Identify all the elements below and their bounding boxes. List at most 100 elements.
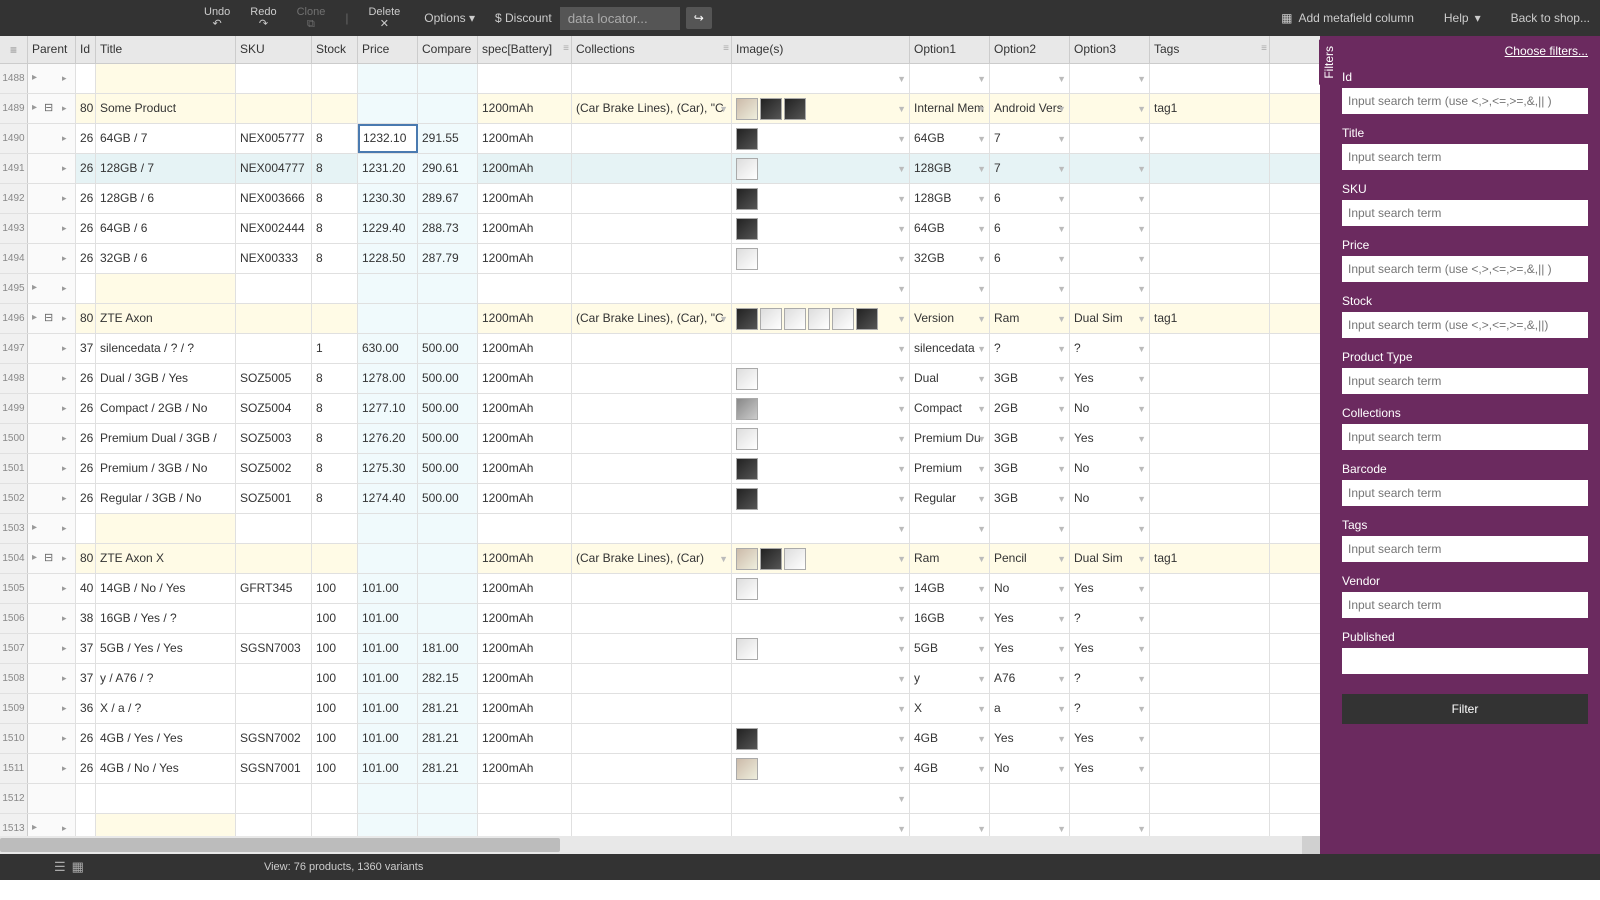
tree-expand[interactable]: ▸ <box>28 664 76 693</box>
cell-title[interactable]: Regular / 3GB / No <box>96 484 236 513</box>
cell-collections[interactable] <box>572 214 732 243</box>
dropdown-icon[interactable]: ▼ <box>1057 704 1066 714</box>
dropdown-icon[interactable]: ▼ <box>977 404 986 414</box>
cell-images[interactable]: ▼ <box>732 274 910 303</box>
col-compare[interactable]: Compare <box>418 36 478 63</box>
cell-tags[interactable] <box>1150 484 1270 513</box>
image-thumbnail[interactable] <box>784 98 806 120</box>
cell-spec[interactable]: 1200mAh <box>478 574 572 603</box>
tree-expand[interactable]: ▸▸ <box>28 514 76 543</box>
filter-input-tags[interactable] <box>1342 536 1588 562</box>
dropdown-icon[interactable]: ▼ <box>897 494 906 504</box>
col-price[interactable]: Price <box>358 36 418 63</box>
cell-option2[interactable]: 3GB▼ <box>990 424 1070 453</box>
filter-input-barcode[interactable] <box>1342 480 1588 506</box>
cell-option1[interactable]: silencedata▼ <box>910 334 990 363</box>
dropdown-icon[interactable]: ▼ <box>1137 824 1146 834</box>
dropdown-icon[interactable]: ▼ <box>1137 644 1146 654</box>
cell-title[interactable]: X / a / ? <box>96 694 236 723</box>
cell-id[interactable]: 80 <box>76 544 96 573</box>
cell-tags[interactable] <box>1150 604 1270 633</box>
cell-option1[interactable]: Version▼ <box>910 304 990 333</box>
cell-price[interactable] <box>358 544 418 573</box>
cell-images[interactable]: ▼ <box>732 484 910 513</box>
cell-id[interactable]: 26 <box>76 454 96 483</box>
cell-spec[interactable]: 1200mAh <box>478 544 572 573</box>
tree-expand[interactable]: ▸ <box>28 484 76 513</box>
image-thumbnail[interactable] <box>760 548 782 570</box>
cell-option3[interactable]: ?▼ <box>1070 694 1150 723</box>
cell-stock[interactable]: 8 <box>312 214 358 243</box>
dropdown-icon[interactable]: ▼ <box>977 704 986 714</box>
cell-option1[interactable]: Compact▼ <box>910 394 990 423</box>
cell-option3[interactable] <box>1070 784 1150 813</box>
cell-option3[interactable]: Dual Sim▼ <box>1070 544 1150 573</box>
cell-price[interactable]: 101.00 <box>358 754 418 783</box>
cell-id[interactable] <box>76 64 96 93</box>
cell-compare[interactable]: 500.00 <box>418 334 478 363</box>
image-thumbnail[interactable] <box>832 308 854 330</box>
cell-compare[interactable]: 281.21 <box>418 724 478 753</box>
col-sku[interactable]: SKU <box>236 36 312 63</box>
cell-spec[interactable]: 1200mAh <box>478 694 572 723</box>
cell-title[interactable]: 16GB / Yes / ? <box>96 604 236 633</box>
cell-stock[interactable]: 8 <box>312 184 358 213</box>
cell-tags[interactable] <box>1150 154 1270 183</box>
cell-tags[interactable]: tag1 <box>1150 94 1270 123</box>
dropdown-icon[interactable]: ▼ <box>977 554 986 564</box>
cell-id[interactable]: 26 <box>76 724 96 753</box>
cell-option2[interactable]: a▼ <box>990 694 1070 723</box>
cell-tags[interactable]: tag1 <box>1150 304 1270 333</box>
cell-tags[interactable] <box>1150 754 1270 783</box>
dropdown-icon[interactable]: ▼ <box>977 524 986 534</box>
cell-images[interactable]: ▼ <box>732 124 910 153</box>
table-row[interactable]: 1500▸26Premium Dual / 3GB / SOZ500381276… <box>0 424 1320 454</box>
col-option3[interactable]: Option3 <box>1070 36 1150 63</box>
dropdown-icon[interactable]: ▼ <box>977 344 986 354</box>
dropdown-icon[interactable]: ▼ <box>977 584 986 594</box>
cell-compare[interactable]: 282.15 <box>418 664 478 693</box>
dropdown-icon[interactable]: ▼ <box>1057 644 1066 654</box>
dropdown-icon[interactable]: ▼ <box>1137 704 1146 714</box>
dropdown-icon[interactable]: ▼ <box>977 224 986 234</box>
dropdown-icon[interactable]: ▼ <box>1137 344 1146 354</box>
table-row[interactable]: 1497▸37silencedata / ? / ?1630.00500.001… <box>0 334 1320 364</box>
cell-compare[interactable] <box>418 544 478 573</box>
cell-option2[interactable]: Yes▼ <box>990 634 1070 663</box>
cell-option2[interactable]: 7▼ <box>990 124 1070 153</box>
cell-sku[interactable] <box>236 544 312 573</box>
cell-images[interactable]: ▼ <box>732 754 910 783</box>
cell-stock[interactable]: 100 <box>312 574 358 603</box>
cell-option1[interactable]: ▼ <box>910 64 990 93</box>
cell-stock[interactable]: 100 <box>312 754 358 783</box>
dropdown-icon[interactable]: ▼ <box>977 254 986 264</box>
cell-id[interactable] <box>76 514 96 543</box>
cell-option1[interactable]: Ram▼ <box>910 544 990 573</box>
cell-compare[interactable]: 500.00 <box>418 454 478 483</box>
table-row[interactable]: 1492▸26128GB / 6NEX00366681230.30289.671… <box>0 184 1320 214</box>
cell-collections[interactable] <box>572 814 732 836</box>
dropdown-icon[interactable]: ▼ <box>897 134 906 144</box>
dropdown-icon[interactable]: ▼ <box>1057 764 1066 774</box>
cell-price[interactable] <box>358 784 418 813</box>
cell-title[interactable]: ZTE Axon X <box>96 544 236 573</box>
cell-option3[interactable]: ?▼ <box>1070 604 1150 633</box>
cell-collections[interactable]: (Car Brake Lines), (Car), "C▼ <box>572 304 732 333</box>
col-tags[interactable]: Tags≡ <box>1150 36 1270 63</box>
cell-option3[interactable]: ▼ <box>1070 214 1150 243</box>
cell-spec[interactable]: 1200mAh <box>478 184 572 213</box>
dropdown-icon[interactable]: ▼ <box>719 104 728 114</box>
dropdown-icon[interactable]: ▼ <box>897 254 906 264</box>
image-thumbnail[interactable] <box>856 308 878 330</box>
cell-price[interactable]: 1274.40 <box>358 484 418 513</box>
image-thumbnail[interactable] <box>736 188 758 210</box>
dropdown-icon[interactable]: ▼ <box>897 734 906 744</box>
back-to-shop-link[interactable]: Back to shop... <box>1511 11 1590 25</box>
cell-price[interactable] <box>358 514 418 543</box>
cell-sku[interactable] <box>236 274 312 303</box>
dropdown-icon[interactable]: ▼ <box>1057 194 1066 204</box>
cell-compare[interactable]: 500.00 <box>418 394 478 423</box>
cell-spec[interactable]: 1200mAh <box>478 424 572 453</box>
cell-stock[interactable] <box>312 64 358 93</box>
dropdown-icon[interactable]: ▼ <box>977 464 986 474</box>
